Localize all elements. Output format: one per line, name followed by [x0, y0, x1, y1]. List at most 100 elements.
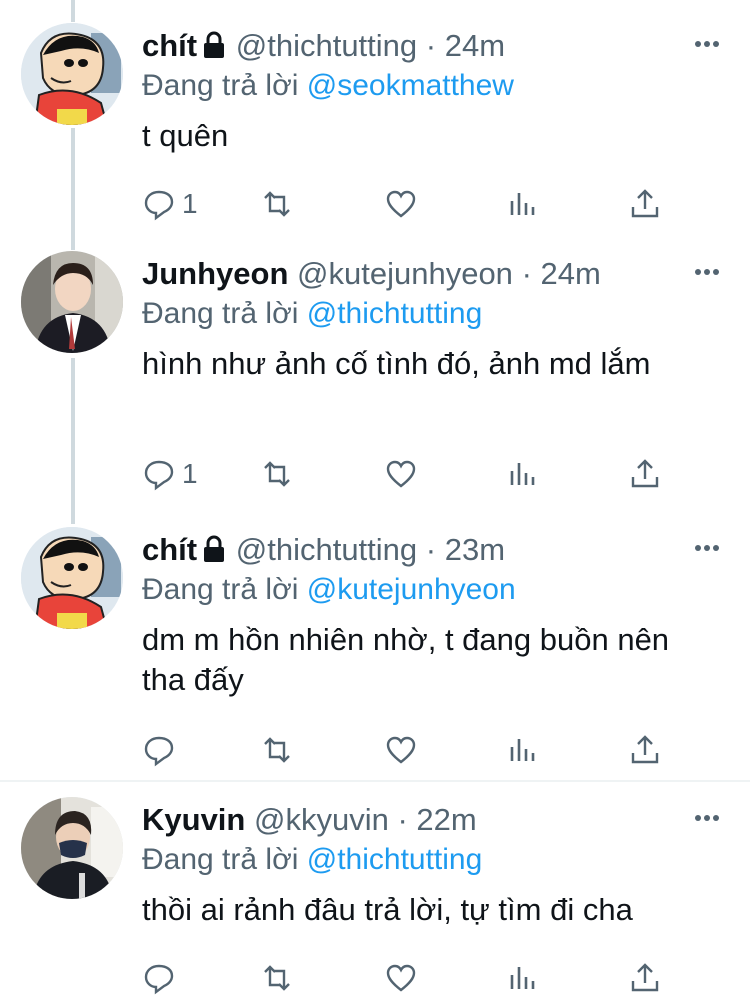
analytics-button[interactable]	[506, 958, 540, 998]
avatar[interactable]	[21, 251, 123, 353]
heart-icon	[386, 460, 416, 488]
tweet[interactable]: chít @thichtutting · 23m Đang trả lời @k…	[0, 504, 750, 780]
tweet[interactable]: Junhyeon @kutejunhyeon · 24m Đang trả lờ…	[0, 228, 750, 524]
reply-button[interactable]	[142, 730, 182, 770]
like-button[interactable]	[384, 454, 418, 494]
tweet-header: Junhyeon @kutejunhyeon · 24m	[142, 254, 601, 294]
display-name[interactable]: Kyuvin	[142, 802, 245, 837]
tweet-actions	[142, 958, 682, 998]
share-button[interactable]	[628, 454, 662, 494]
replying-mention[interactable]: @thichtutting	[307, 297, 483, 330]
avatar[interactable]	[21, 23, 123, 125]
separator-dot: ·	[397, 802, 408, 837]
replying-to: Đang trả lời @kutejunhyeon	[142, 570, 516, 610]
tweet-text: hình như ảnh cố tình đó, ảnh md lắm	[142, 346, 651, 381]
tweet-header: chít @thichtutting · 23m	[142, 530, 505, 570]
display-name[interactable]: chít	[142, 28, 197, 63]
analytics-icon	[510, 463, 535, 485]
heart-icon	[386, 736, 416, 764]
replying-prefix: Đang trả lời	[142, 843, 307, 876]
timestamp[interactable]: 24m	[541, 256, 601, 291]
share-icon	[631, 963, 659, 992]
retweet-icon	[264, 191, 290, 217]
retweet-icon	[264, 461, 290, 487]
reply-icon	[144, 736, 174, 767]
lock-icon	[204, 535, 225, 562]
retweet-button[interactable]	[260, 958, 294, 998]
tweet-actions: 1	[142, 454, 682, 494]
user-handle[interactable]: @thichtutting	[236, 532, 417, 567]
analytics-button[interactable]	[506, 184, 540, 224]
replying-mention[interactable]: @thichtutting	[307, 843, 483, 876]
profile-photo-image	[21, 797, 123, 899]
analytics-button[interactable]	[506, 730, 540, 770]
cartoon-avatar-image	[21, 527, 123, 629]
retweet-button[interactable]	[260, 730, 294, 770]
tweet-text: thồi ai rảnh đâu trả lời, tự tìm đi cha	[142, 892, 633, 927]
share-button[interactable]	[628, 958, 662, 998]
replying-mention[interactable]: @seokmatthew	[307, 69, 514, 102]
replying-to: Đang trả lời @thichtutting	[142, 840, 482, 880]
replying-prefix: Đang trả lời	[142, 297, 307, 330]
like-button[interactable]	[384, 730, 418, 770]
tweet-actions: 1	[142, 184, 682, 224]
user-handle[interactable]: @kutejunhyeon	[297, 256, 513, 291]
display-name[interactable]: Junhyeon	[142, 256, 288, 291]
tweet-text: dm m hồn nhiên nhờ, t đang buồn nên tha …	[142, 622, 670, 697]
tweet-header: Kyuvin @kkyuvin · 22m	[142, 800, 477, 840]
user-handle[interactable]: @thichtutting	[236, 28, 417, 63]
retweet-icon	[264, 965, 290, 991]
retweet-button[interactable]	[260, 454, 294, 494]
analytics-button[interactable]	[506, 454, 540, 494]
reply-icon	[144, 460, 174, 491]
separator-dot: ·	[521, 256, 532, 291]
tweet[interactable]: chít @thichtutting · 24m Đang trả lời @s…	[0, 0, 750, 250]
avatar[interactable]	[21, 797, 123, 899]
share-icon	[631, 189, 659, 218]
lock-icon	[204, 31, 225, 58]
tweet[interactable]: Kyuvin @kkyuvin · 22m Đang trả lời @thic…	[0, 774, 750, 1004]
cartoon-avatar-image	[21, 23, 123, 125]
avatar[interactable]	[21, 527, 123, 629]
analytics-icon	[510, 967, 535, 989]
separator-dot: ·	[425, 532, 437, 567]
like-button[interactable]	[384, 184, 418, 224]
separator-dot: ·	[425, 28, 437, 63]
reply-button[interactable]: 1	[142, 184, 198, 224]
replying-to: Đang trả lời @thichtutting	[142, 294, 482, 334]
more-options-icon[interactable]	[694, 268, 720, 276]
analytics-icon	[510, 739, 535, 761]
reply-icon	[144, 190, 174, 221]
heart-icon	[386, 190, 416, 218]
replying-prefix: Đang trả lời	[142, 573, 307, 606]
heart-icon	[386, 964, 416, 992]
more-options-icon[interactable]	[694, 544, 720, 552]
timestamp[interactable]: 24m	[445, 28, 505, 63]
share-icon	[631, 735, 659, 764]
reply-count: 1	[182, 458, 198, 489]
display-name[interactable]: chít	[142, 532, 197, 567]
profile-photo-image	[21, 251, 123, 353]
analytics-icon	[510, 193, 535, 215]
tweet-text: t quên	[142, 118, 229, 153]
reply-icon	[144, 964, 174, 995]
reply-button[interactable]	[142, 958, 182, 998]
retweet-icon	[264, 737, 290, 763]
timestamp[interactable]: 22m	[416, 802, 476, 837]
replying-prefix: Đang trả lời	[142, 69, 307, 102]
like-button[interactable]	[384, 958, 418, 998]
timestamp[interactable]: 23m	[445, 532, 505, 567]
more-options-icon[interactable]	[694, 814, 720, 822]
share-button[interactable]	[628, 184, 662, 224]
tweet-actions	[142, 730, 682, 770]
reply-button[interactable]: 1	[142, 454, 198, 494]
tweet-header: chít @thichtutting · 24m	[142, 26, 505, 66]
replying-mention[interactable]: @kutejunhyeon	[307, 573, 516, 606]
replying-to: Đang trả lời @seokmatthew	[142, 66, 514, 106]
share-icon	[631, 459, 659, 488]
share-button[interactable]	[628, 730, 662, 770]
more-options-icon[interactable]	[694, 40, 720, 48]
reply-count: 1	[182, 188, 198, 219]
retweet-button[interactable]	[260, 184, 294, 224]
user-handle[interactable]: @kkyuvin	[254, 802, 389, 837]
